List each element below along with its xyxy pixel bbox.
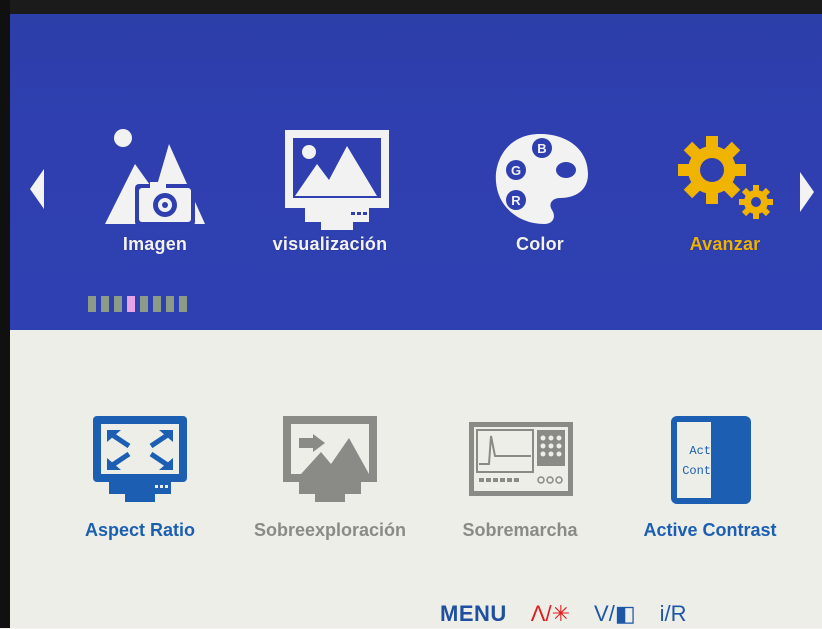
brightness-icon: ✳ (551, 601, 571, 626)
submenu-item-sobremarcha[interactable]: Sobremarcha (430, 412, 610, 562)
up-key-hint: Λ/✳ (531, 601, 570, 627)
page-indicator-dot (101, 296, 109, 312)
submenu-item-active-contrast[interactable]: Active Contrast Active Contrast (620, 412, 800, 562)
down-key-label: V/ (594, 601, 615, 626)
page-indicator (88, 296, 187, 312)
up-key-label: Λ/ (530, 601, 552, 626)
active-contrast-icon-text-line1: Active (689, 444, 732, 458)
menu-item-label: visualización (272, 234, 388, 254)
submenu-item-label: Aspect Ratio (84, 520, 196, 540)
page-indicator-dot (153, 296, 161, 312)
svg-text:G: G (511, 163, 521, 178)
monitor-bezel-left (0, 0, 10, 628)
menu-item-label: Avanzar (689, 234, 761, 254)
overscan-icon (283, 416, 377, 502)
svg-text:R: R (511, 193, 521, 208)
display-icon (285, 130, 389, 230)
page-indicator-dot (114, 296, 122, 312)
submenu-item-label: Active Contrast (643, 520, 777, 540)
submenu-item-label: Sobremarcha (462, 520, 578, 540)
menu-item-avanzar[interactable]: Avanzar (640, 124, 810, 274)
active-contrast-icon-text-line2: Contrast (682, 464, 740, 478)
aspect-ratio-icon (93, 416, 187, 502)
svg-text:B: B (537, 141, 546, 156)
palette-icon: B G R (495, 134, 588, 224)
image-icon (105, 129, 205, 226)
menu-item-label: Imagen (122, 234, 188, 254)
submenu-item-aspect-ratio[interactable]: Aspect Ratio (50, 412, 230, 562)
gear-icon (678, 136, 773, 219)
monitor-screen: Imagen visualización B G R Color Avanzar… (0, 0, 822, 628)
menu-item-imagen[interactable]: Imagen (70, 124, 240, 274)
submenu-item-label: Sobreexploración (253, 520, 407, 540)
osd-footer-hints: MENU Λ/✳ V/◧ i/R (440, 599, 687, 629)
submenu-item-sobreexploracion[interactable]: Sobreexploración (240, 412, 420, 562)
page-indicator-dot (140, 296, 148, 312)
menu-item-visualizacion[interactable]: visualización (245, 124, 415, 274)
input-source-icon: ◧ (614, 601, 636, 626)
info-key-hint: i/R (659, 601, 687, 626)
page-indicator-dot (166, 296, 174, 312)
down-key-hint: V/◧ (594, 601, 636, 627)
menu-key-hint: MENU (440, 601, 507, 626)
menu-item-label: Color (516, 234, 564, 254)
monitor-bezel-top (0, 0, 822, 14)
osd-top-bar: Imagen visualización B G R Color Avanzar (10, 14, 822, 330)
scroll-left-arrow-icon[interactable] (30, 169, 44, 209)
page-indicator-dot (127, 296, 135, 312)
menu-item-color[interactable]: B G R Color (455, 124, 625, 274)
page-indicator-dot (179, 296, 187, 312)
overdrive-icon (469, 422, 573, 496)
page-indicator-dot (88, 296, 96, 312)
active-contrast-icon: Active Contrast (671, 416, 751, 504)
osd-menu: Imagen visualización B G R Color Avanzar… (10, 14, 822, 628)
